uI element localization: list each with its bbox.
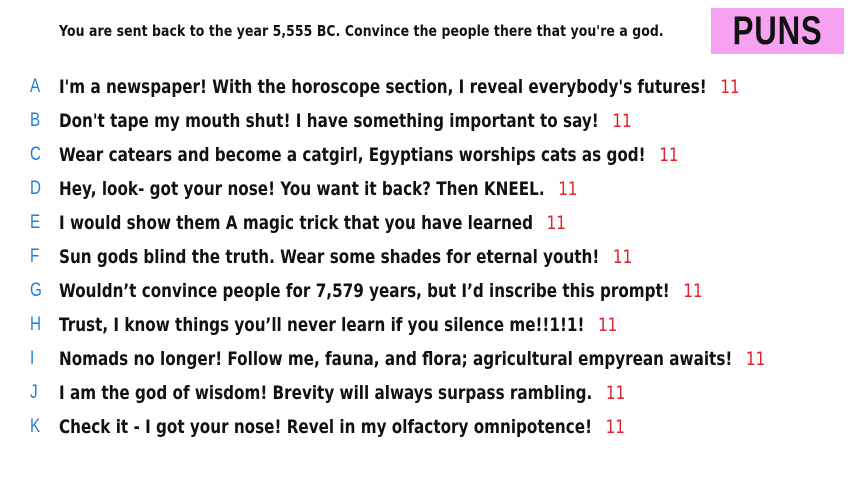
answer-score: 11	[745, 348, 766, 370]
answer-text: I am the god of wisdom! Brevity will alw…	[59, 382, 593, 404]
answer-text: Don't tape my mouth shut! I have somethi…	[59, 110, 599, 132]
prompt-text: You are sent back to the year 5,555 BC. …	[59, 22, 664, 40]
answer-text: Trust, I know things you’ll never learn …	[59, 314, 585, 336]
answer-text: Wear catears and become a catgirl, Egypt…	[59, 144, 646, 166]
answer-letter: C	[30, 144, 41, 165]
answer-letter: A	[30, 76, 41, 97]
answer-letter: E	[30, 212, 41, 233]
answer-score: 11	[605, 416, 625, 438]
answer-text: Wouldn’t convince people for 7,579 years…	[59, 280, 670, 302]
answer-text: Sun gods blind the truth. Wear some shad…	[59, 246, 600, 268]
answer-letter: K	[30, 416, 41, 437]
answer-text: Nomads no longer! Follow me, fauna, and …	[59, 348, 733, 370]
answer-letter: J	[30, 382, 38, 403]
answer-score: 11	[597, 314, 618, 336]
answer-text: I would show them A magic trick that you…	[59, 212, 533, 234]
category-badge: PUNS	[711, 8, 844, 54]
answer-score: 11	[605, 382, 626, 404]
answer-score: 11	[558, 178, 578, 200]
answer-score: 11	[612, 246, 633, 268]
answer-letter: G	[30, 280, 42, 301]
answer-score: 11	[659, 144, 679, 166]
answer-letter: B	[30, 110, 41, 131]
answer-score: 11	[683, 280, 703, 302]
answer-text: I'm a newspaper! With the horoscope sect…	[59, 76, 707, 98]
answer-score: 11	[546, 212, 566, 234]
answer-letter: F	[30, 246, 40, 267]
answer-text: Check it - I got your nose! Revel in my …	[59, 416, 593, 438]
answer-letter: H	[30, 314, 41, 335]
answer-letter: I	[30, 348, 35, 369]
answer-score: 11	[612, 110, 632, 132]
answer-score: 11	[720, 76, 740, 98]
answer-letter: D	[30, 178, 41, 199]
category-badge-label: PUNS	[732, 9, 823, 53]
answer-text: Hey, look- got your nose! You want it ba…	[59, 178, 545, 200]
